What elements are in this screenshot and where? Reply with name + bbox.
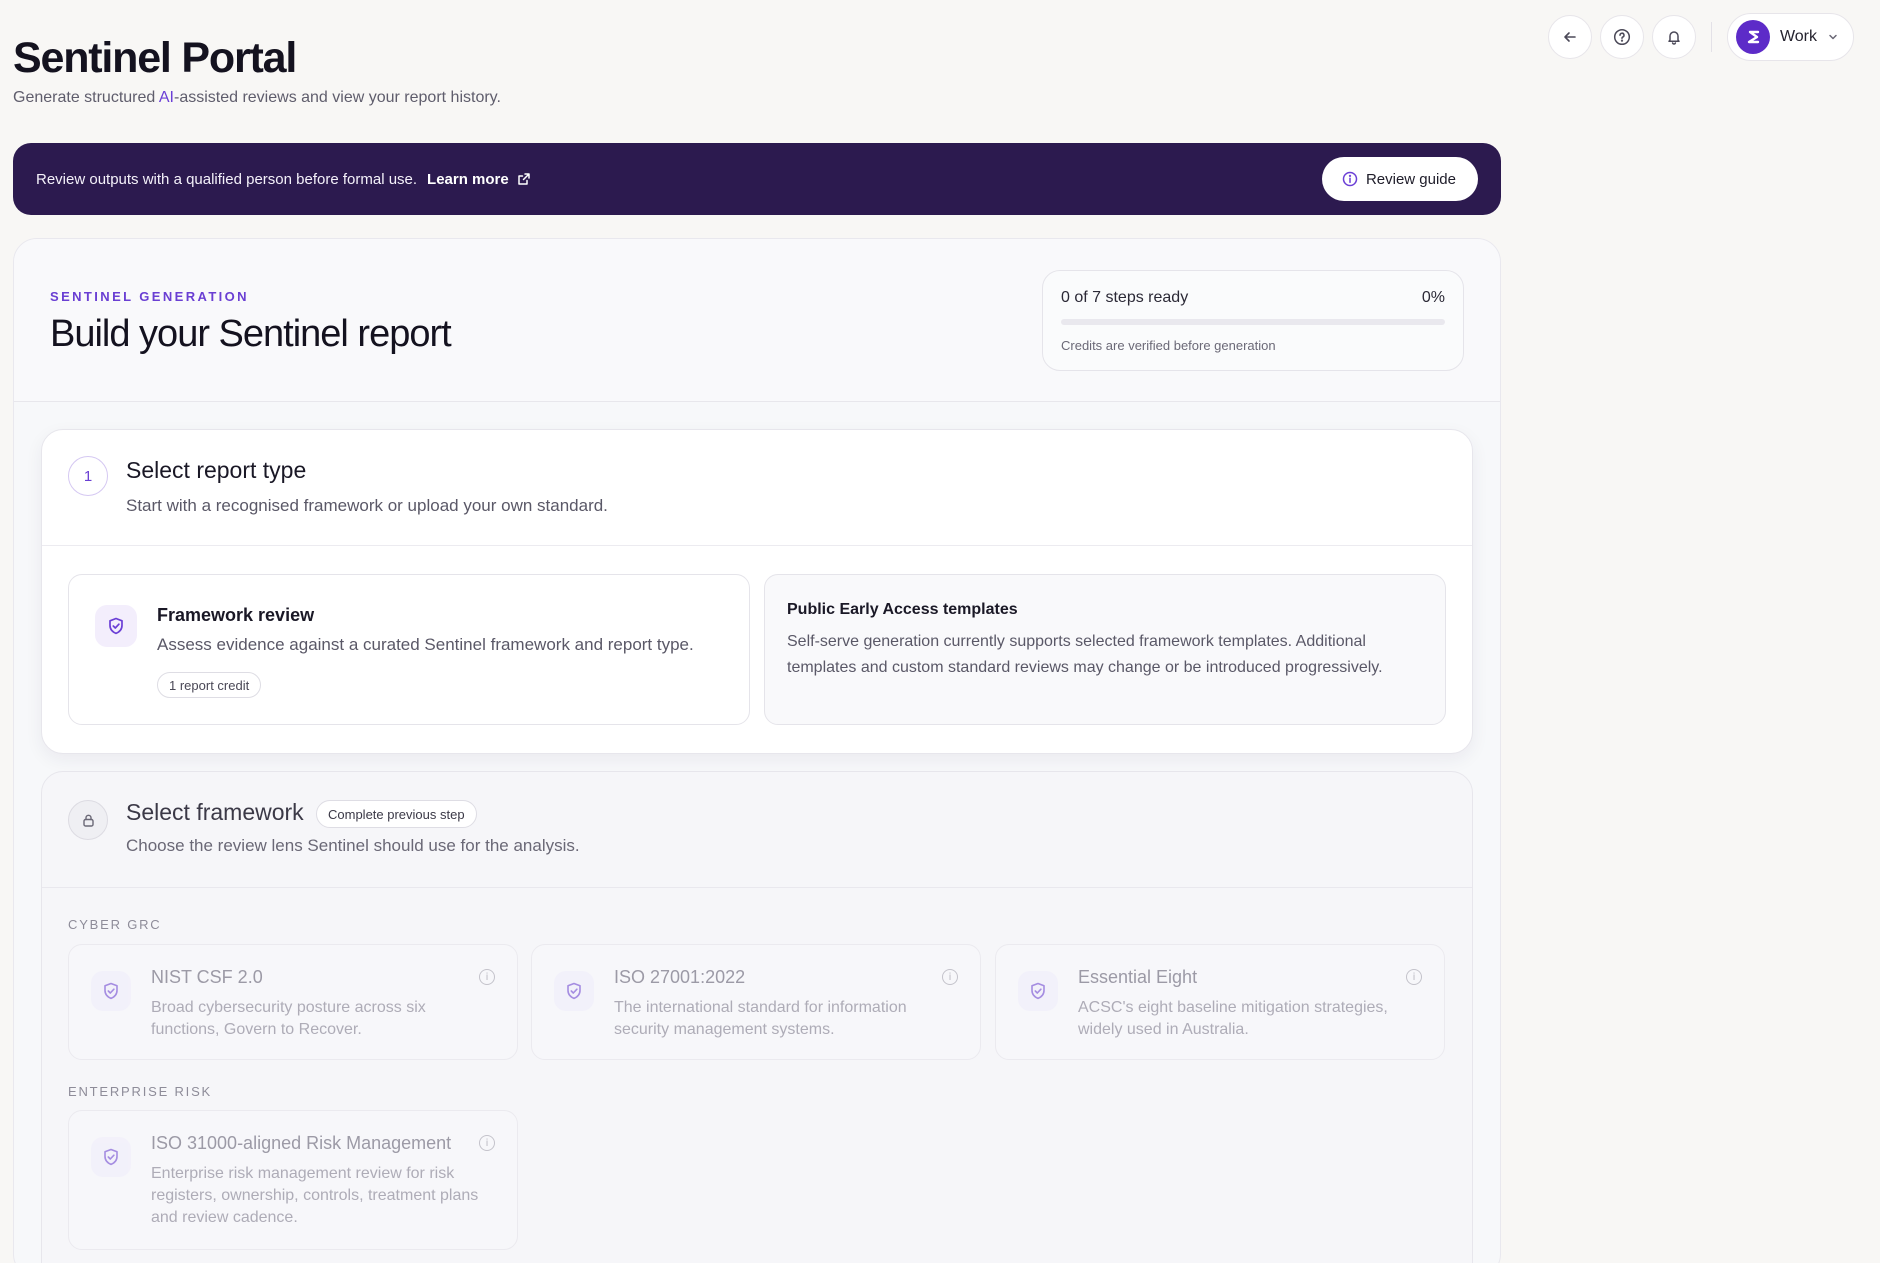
framework-card-iso-27001[interactable]: ISO 27001:2022 The international standar… [531, 944, 981, 1060]
step2-description: Choose the review lens Sentinel should u… [126, 836, 580, 855]
info-icon[interactable]: i [479, 969, 495, 985]
review-guide-label: Review guide [1365, 170, 1456, 188]
subtitle-ai-text: AI [158, 89, 174, 106]
review-notice-banner: Review outputs with a qualified person b… [13, 143, 1501, 215]
info-icon[interactable]: i [479, 1135, 495, 1151]
info-icon[interactable]: i [1406, 969, 1422, 985]
framework-description: ACSC's eight baseline mitigation strateg… [1078, 999, 1388, 1038]
banner-text: Review outputs with a qualified person b… [36, 170, 418, 188]
shield-check-icon [91, 1137, 131, 1177]
chevron-down-icon [1829, 34, 1837, 40]
framework-description: Broad cybersecurity posture across six f… [151, 999, 426, 1038]
progress-summary: 0 of 7 steps ready 0% Credits are verifi… [1042, 270, 1464, 371]
step1-header: 1 Select report type Start with a recogn… [42, 430, 1472, 546]
step2-title: Select framework [126, 799, 304, 825]
step-select-framework: Select framework Complete previous step … [41, 771, 1473, 1263]
framework-title: Essential Eight [1078, 967, 1198, 987]
framework-title: ISO 31000-aligned Risk Management [151, 1133, 452, 1153]
public-early-access-note: Public Early Access templates Self-serve… [764, 574, 1446, 725]
banner-text-wrap: Review outputs with a qualified person b… [36, 171, 531, 188]
public-note-description: Self-serve generation currently supports… [787, 633, 1383, 676]
help-circle-icon [1613, 28, 1631, 46]
builder-title: Build your Sentinel report [50, 313, 452, 355]
back-button[interactable] [1547, 15, 1592, 59]
framework-title: NIST CSF 2.0 [151, 967, 263, 987]
credit-chip: 1 report credit [157, 672, 262, 698]
progress-percent: 0% [1421, 289, 1445, 306]
step-number-badge: 1 [68, 456, 108, 496]
step1-description: Start with a recognised framework or upl… [126, 496, 608, 515]
shield-check-icon [91, 971, 131, 1011]
external-link-icon [518, 173, 530, 185]
step2-header: Select framework Complete previous step … [42, 772, 1472, 888]
top-actions: Work [1547, 13, 1854, 61]
workspace-switcher[interactable]: Work [1726, 13, 1854, 61]
report-builder-card: SENTINEL GENERATION Build your Sentinel … [13, 238, 1501, 1263]
framework-description: Enterprise risk management review for ri… [151, 1165, 479, 1226]
builder-eyebrow: SENTINEL GENERATION [50, 289, 249, 304]
bell-icon [1668, 31, 1680, 45]
help-button[interactable] [1599, 15, 1644, 59]
locked-status-badge: Complete previous step [316, 800, 477, 828]
framework-review-description: Assess evidence against a curated Sentin… [157, 635, 694, 654]
progress-row: 0 of 7 steps ready 0% [1061, 289, 1445, 307]
learn-more-link[interactable]: Learn more [427, 171, 531, 188]
subtitle-text: Generate structured [13, 89, 159, 106]
progress-note: Credits are verified before generation [1061, 338, 1276, 353]
step1-title: Select report type [126, 457, 307, 483]
workspace-label: Work [1779, 28, 1817, 45]
actions-divider [1710, 22, 1712, 52]
page-subtitle: Generate structured AI-assisted reviews … [13, 89, 501, 107]
info-icon[interactable]: i [942, 969, 958, 985]
framework-title: ISO 27001:2022 [614, 967, 746, 987]
shield-check-icon [95, 605, 137, 647]
framework-card-iso-31000[interactable]: ISO 31000-aligned Risk Management Enterp… [68, 1110, 518, 1250]
shield-check-icon [554, 971, 594, 1011]
group-label-cyber-grc: CYBER GRC [68, 917, 162, 932]
progress-text: 0 of 7 steps ready [1061, 289, 1189, 306]
arrow-left-icon [1564, 32, 1576, 42]
framework-card-essential-eight[interactable]: Essential Eight ACSC's eight baseline mi… [995, 944, 1445, 1060]
info-icon [1342, 171, 1358, 187]
progress-bar [1061, 319, 1445, 325]
workspace-logo-icon [1735, 20, 1770, 54]
framework-description: The international standard for informati… [614, 999, 907, 1038]
public-note-title: Public Early Access templates [787, 601, 1018, 618]
group-label-enterprise-risk: ENTERPRISE RISK [68, 1084, 213, 1099]
framework-review-title: Framework review [157, 605, 315, 625]
page-header: Sentinel Portal Generate structured AI-a… [13, 34, 501, 107]
subtitle-text-end: -assisted reviews and view your report h… [173, 89, 501, 106]
framework-review-option[interactable]: Framework review Assess evidence against… [68, 574, 750, 725]
notifications-button[interactable] [1651, 15, 1696, 59]
review-guide-button[interactable]: Review guide [1321, 157, 1478, 201]
step-select-report-type: 1 Select report type Start with a recogn… [41, 429, 1473, 754]
framework-card-nist-csf[interactable]: NIST CSF 2.0 Broad cybersecurity posture… [68, 944, 518, 1060]
learn-more-label: Learn more [427, 170, 509, 188]
lock-icon [68, 800, 108, 840]
shield-check-icon [1018, 971, 1058, 1011]
builder-header: SENTINEL GENERATION Build your Sentinel … [14, 239, 1500, 402]
page-title: Sentinel Portal [13, 34, 297, 82]
